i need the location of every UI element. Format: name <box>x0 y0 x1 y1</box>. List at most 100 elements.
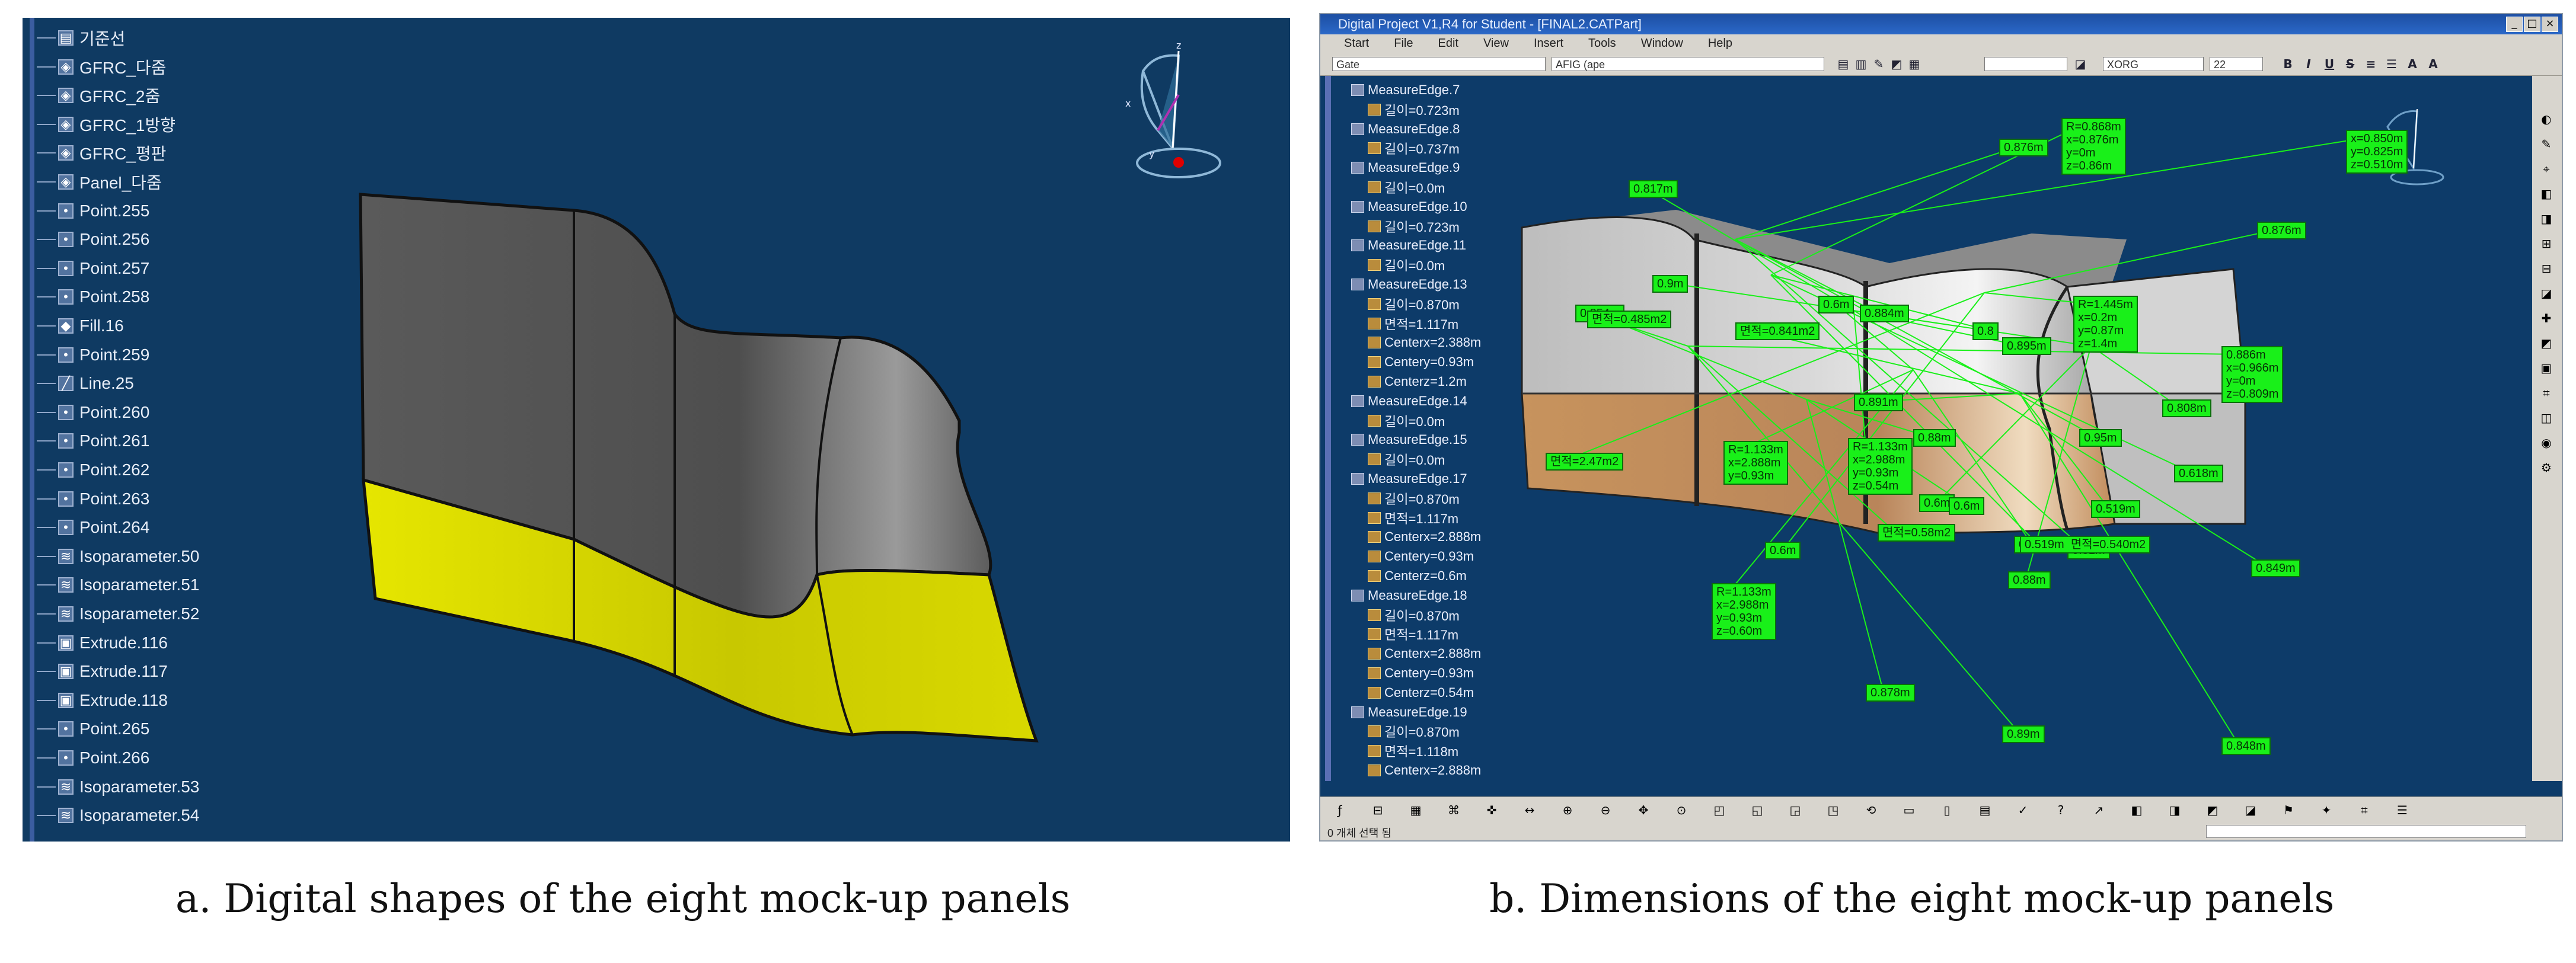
dimension-label[interactable]: 0.876m <box>1999 139 2048 156</box>
measure-edge-item[interactable]: MeasureEdge.7 <box>1351 82 1460 98</box>
tree-item[interactable]: • Point.261 <box>37 429 149 453</box>
bottom-tool-icon[interactable]: ▤ <box>1977 802 1993 818</box>
right-tool-icon[interactable]: ▣ <box>2538 360 2555 376</box>
dimension-label[interactable]: 0.519m <box>2091 500 2140 518</box>
measure-param-item[interactable]: 길이=0.870m <box>1368 723 1460 740</box>
dimension-label[interactable]: R=1.133m x=2.988m y=0.93m z=0.54m <box>1848 438 1913 495</box>
tree-item[interactable]: • Point.263 <box>37 487 149 511</box>
bottom-tool-icon[interactable]: ⊙ <box>1674 802 1689 818</box>
dimension-label[interactable]: R=1.445m x=0.2m y=0.87m z=1.4m <box>2073 296 2138 353</box>
bottom-tool-icon[interactable]: ↗ <box>2091 802 2106 818</box>
tree-item[interactable]: • Point.260 <box>37 401 149 424</box>
measure-param-item[interactable]: 길이=0.870m <box>1368 490 1460 507</box>
measure-param-item[interactable]: 길이=0.723m <box>1368 101 1460 118</box>
measure-edge-item[interactable]: MeasureEdge.10 <box>1351 199 1467 215</box>
dimension-label[interactable]: 0.89m <box>2002 725 2045 743</box>
bottom-tool-icon[interactable]: ◩ <box>2205 802 2220 818</box>
dimension-label[interactable]: 0.8 <box>1972 322 1999 340</box>
measure-edge-item[interactable]: MeasureEdge.13 <box>1351 276 1467 293</box>
measure-edge-item[interactable]: MeasureEdge.19 <box>1351 704 1467 721</box>
right-tool-icon[interactable]: ◪ <box>2538 286 2555 301</box>
bottom-tool-icon[interactable]: ▦ <box>1408 802 1423 818</box>
bottom-tool-icon[interactable]: ✦ <box>2319 802 2334 818</box>
dimension-label[interactable]: x=0.850m y=0.825m z=0.510m <box>2346 130 2408 174</box>
measure-param-item[interactable]: Centerx=2.888m <box>1368 529 1481 545</box>
tree-item[interactable]: • Point.259 <box>37 343 149 367</box>
bottom-tool-icon[interactable]: ⚑ <box>2281 802 2296 818</box>
dimension-label[interactable]: 0.95m <box>2079 429 2122 447</box>
right-tool-icon[interactable]: ◐ <box>2538 111 2555 127</box>
measure-param-item[interactable]: Centery=0.93m <box>1368 665 1474 682</box>
tree-item[interactable]: ▣ Extrude.117 <box>37 660 168 683</box>
tree-item[interactable]: ◆ Fill.16 <box>37 314 124 338</box>
bottom-tool-icon[interactable]: ▯ <box>1939 802 1955 818</box>
dimension-label[interactable]: R=1.133m x=2.988m y=0.93m z=0.60m <box>1712 583 1776 640</box>
dimension-label[interactable]: 0.895m <box>2002 337 2051 355</box>
bottom-tool-icon[interactable]: ↔ <box>1522 802 1537 818</box>
right-tool-icon[interactable]: ⚙ <box>2538 460 2555 475</box>
bottom-tool-icon[interactable]: ◧ <box>2129 802 2144 818</box>
dimension-label[interactable]: 면적=0.841m2 <box>1735 322 1820 340</box>
dimension-label[interactable]: 0.88m <box>2008 571 2051 589</box>
dimension-label[interactable]: R=0.868m x=0.876m y=0m z=0.86m <box>2061 118 2126 175</box>
dimension-label[interactable]: 0.9m <box>1652 275 1688 293</box>
right-tool-icon[interactable]: ◉ <box>2538 435 2555 450</box>
bottom-tool-icon[interactable]: ✜ <box>1484 802 1499 818</box>
spec-tree-rail[interactable] <box>1325 76 1331 781</box>
tree-item[interactable]: ▤ 기준선 <box>37 26 125 50</box>
measure-edge-item[interactable]: MeasureEdge.14 <box>1351 393 1467 409</box>
measure-param-item[interactable]: 길이=0.870m <box>1368 296 1460 312</box>
measure-param-item[interactable]: 길이=0.0m <box>1368 412 1445 429</box>
tree-item[interactable]: ≋ Isoparameter.52 <box>37 602 199 626</box>
tree-item[interactable]: • Point.265 <box>37 717 149 741</box>
measure-edge-item[interactable]: MeasureEdge.8 <box>1351 121 1460 137</box>
measure-param-item[interactable]: Centerx=2.888m <box>1368 762 1481 779</box>
bottom-tool-icon[interactable]: ◪ <box>2243 802 2258 818</box>
measure-edge-item[interactable]: MeasureEdge.11 <box>1351 237 1466 254</box>
tree-item[interactable]: ▣ Extrude.118 <box>37 689 168 712</box>
dimension-label[interactable]: 0.6m <box>1949 497 1985 515</box>
right-tool-icon[interactable]: ✚ <box>2538 311 2555 326</box>
right-tool-icon[interactable]: ⊞ <box>2538 236 2555 251</box>
bottom-tool-icon[interactable]: ⌘ <box>1446 802 1461 818</box>
dimension-label[interactable]: 0.849m <box>2251 559 2300 577</box>
tree-item[interactable]: • Point.256 <box>37 228 149 251</box>
bottom-tool-icon[interactable]: ▭ <box>1901 802 1917 818</box>
command-input[interactable] <box>2206 825 2526 838</box>
dimension-label[interactable]: 0.618m <box>2174 465 2223 482</box>
right-tool-icon[interactable]: ◧ <box>2538 186 2555 201</box>
bottom-tool-icon[interactable]: ✓ <box>2015 802 2031 818</box>
measure-param-item[interactable]: Centerx=2.388m <box>1368 334 1481 351</box>
dimension-label[interactable]: 면적=2.47m2 <box>1546 453 1624 471</box>
measure-edge-item[interactable]: MeasureEdge.9 <box>1351 159 1460 176</box>
measure-param-item[interactable]: 면적=1.118m <box>1368 743 1458 759</box>
right-tool-icon[interactable]: ⌖ <box>2538 161 2555 177</box>
bottom-tool-icon[interactable]: ✥ <box>1636 802 1651 818</box>
bottom-tool-icon[interactable]: ⊟ <box>1370 802 1386 818</box>
right-tool-icon[interactable]: ◫ <box>2538 410 2555 425</box>
right-tool-icon[interactable]: ⌗ <box>2538 385 2555 401</box>
measure-param-item[interactable]: 길이=0.723m <box>1368 218 1460 235</box>
measure-param-item[interactable]: Centerz=0.54m <box>1368 684 1474 701</box>
tree-item[interactable]: ╱ Line.25 <box>37 372 134 395</box>
tree-item[interactable]: ◈ GFRC_1방향 <box>37 113 175 136</box>
dimension-label[interactable]: R=1.133m x=2.888m y=0.93m <box>1723 441 1788 485</box>
tree-item[interactable]: ◈ Panel_다줌 <box>37 170 162 194</box>
dimension-label[interactable]: 0.848m <box>2221 737 2271 755</box>
tree-item[interactable]: ◈ GFRC_평판 <box>37 141 166 165</box>
dimension-label[interactable]: 0.519m 면적=0.540m2 <box>2020 536 2151 554</box>
measure-param-item[interactable]: 면적=1.117m <box>1368 626 1458 642</box>
measure-param-item[interactable]: 길이=0.737m <box>1368 140 1460 156</box>
right-tool-icon[interactable]: ◨ <box>2538 211 2555 226</box>
measure-param-item[interactable]: 길이=0.0m <box>1368 257 1445 273</box>
tree-item[interactable]: ≋ Isoparameter.50 <box>37 545 199 568</box>
measure-param-item[interactable]: Centerx=2.888m <box>1368 645 1481 662</box>
dimension-label[interactable]: 0.6m <box>1818 296 1854 313</box>
dimension-label[interactable]: 0.884m <box>1860 305 1909 322</box>
dimension-label[interactable]: 0.88m <box>1913 429 1956 447</box>
measure-param-item[interactable]: 길이=0.0m <box>1368 179 1445 196</box>
measure-param-item[interactable]: Centerz=0.6m <box>1368 568 1467 584</box>
dimension-label[interactable]: 0.817m <box>1629 180 1678 198</box>
bottom-tool-icon[interactable]: ◨ <box>2167 802 2182 818</box>
bottom-tool-icon[interactable]: ◱ <box>1750 802 1765 818</box>
